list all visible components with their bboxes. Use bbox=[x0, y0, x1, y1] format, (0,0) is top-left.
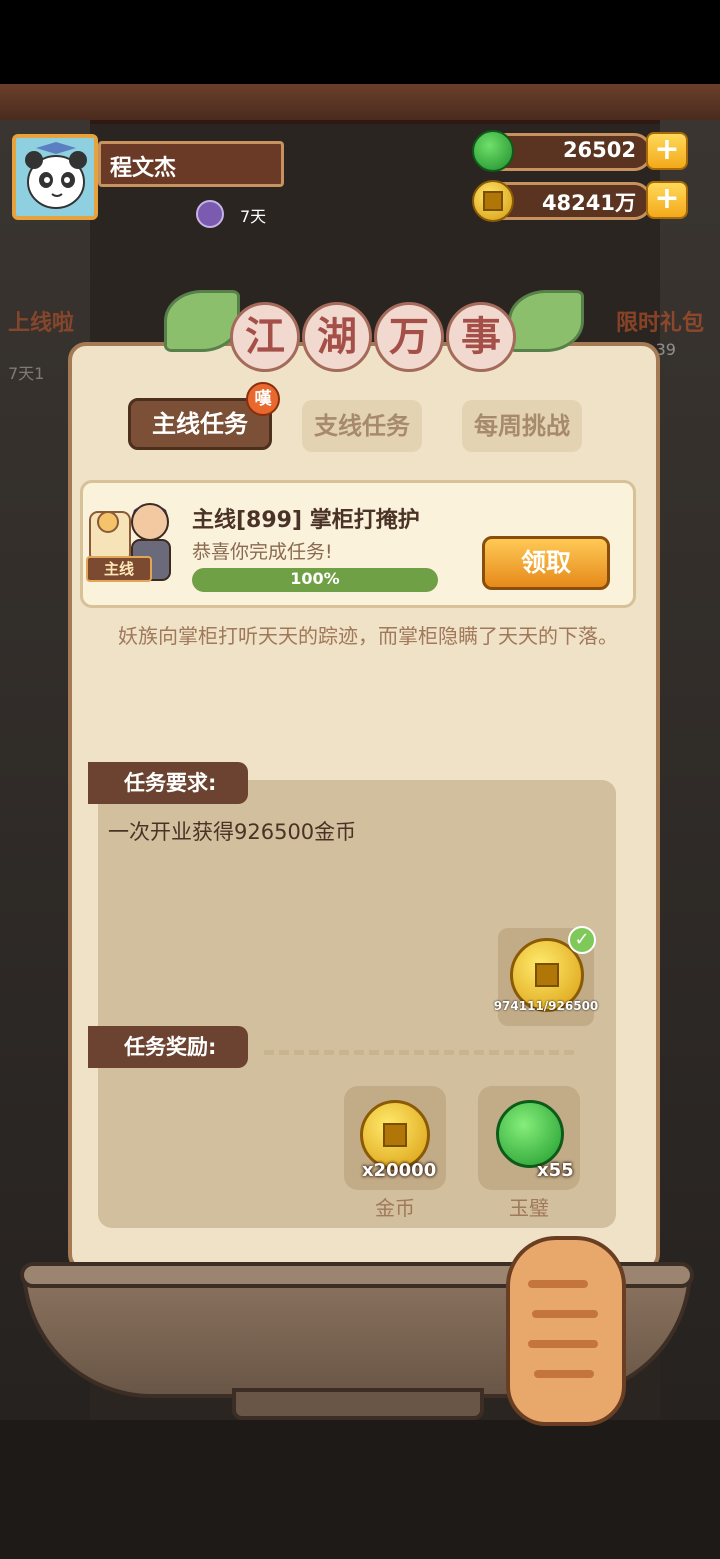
jade-icon bbox=[496, 1100, 564, 1168]
bowl-base bbox=[232, 1388, 484, 1420]
vip-icon bbox=[196, 200, 224, 228]
leaf-decoration-icon bbox=[164, 290, 240, 352]
jade-icon bbox=[472, 130, 514, 172]
cat-stripe bbox=[532, 1310, 598, 1318]
reward-quantity: x55 bbox=[537, 1160, 574, 1181]
tab-weekly-challenge[interactable]: 每周挑战 bbox=[462, 400, 582, 452]
dialog-title-char: 江 bbox=[230, 302, 300, 372]
requirement-progress: 974111/926500 bbox=[493, 999, 599, 1013]
cat-stripe bbox=[528, 1340, 598, 1348]
scene-floor bbox=[0, 1420, 720, 1559]
login-days: 7天 bbox=[240, 207, 267, 226]
gold-amount: 48241万 bbox=[541, 191, 636, 215]
reward-name: 玉璧 bbox=[509, 1196, 549, 1220]
left-event-label: 上线啦 bbox=[8, 311, 75, 336]
cat-stripe bbox=[528, 1280, 588, 1288]
quest-progress-text: 100% bbox=[290, 569, 340, 588]
tab-side-quest[interactable]: 支线任务 bbox=[302, 400, 422, 452]
coin-hole-icon bbox=[483, 191, 503, 211]
right-event-label: 限时礼包 bbox=[616, 311, 705, 336]
claim-button[interactable]: 领取 bbox=[482, 536, 610, 590]
leaf-decoration-icon bbox=[508, 290, 584, 352]
coin-hole-icon bbox=[535, 963, 559, 987]
check-icon: ✓ bbox=[568, 926, 596, 954]
coin-hole-icon bbox=[383, 1123, 407, 1147]
dialog-title-char: 事 bbox=[446, 302, 516, 372]
dialog-title-char: 湖 bbox=[302, 302, 372, 372]
left-event-timer: 7天1 bbox=[8, 364, 45, 383]
wooden-beam bbox=[0, 84, 720, 124]
player-name: 程文杰 bbox=[110, 156, 177, 181]
status-bar bbox=[0, 0, 720, 84]
quest-type-tag: 主线 bbox=[86, 556, 152, 582]
reward-name: 金币 bbox=[375, 1196, 415, 1220]
quest-description: 妖族向掌柜打听天天的踪迹，而掌柜隐瞒了天天的下落。 bbox=[118, 624, 618, 648]
quest-title: 主线[899] 掌柜打掩护 bbox=[192, 508, 420, 533]
quest-status: 恭喜你完成任务! bbox=[192, 541, 333, 563]
jade-amount: 26502 bbox=[562, 138, 636, 162]
cat-icon bbox=[506, 1236, 626, 1426]
reward-quantity: x20000 bbox=[362, 1160, 437, 1181]
requirement-text: 一次开业获得926500金币 bbox=[108, 820, 357, 844]
avatar[interactable] bbox=[12, 134, 98, 220]
add-gold-button[interactable]: + bbox=[646, 181, 688, 219]
add-jade-button[interactable]: + bbox=[646, 132, 688, 170]
requirements-label: 任务要求: bbox=[88, 762, 248, 804]
cat-stripe bbox=[534, 1370, 594, 1378]
rewards-label: 任务奖励: bbox=[88, 1026, 248, 1068]
dialog-title-char: 万 bbox=[374, 302, 444, 372]
panda-avatar-icon bbox=[16, 138, 94, 216]
divider bbox=[264, 1050, 574, 1055]
gold-coin-icon bbox=[472, 180, 514, 222]
tab-badge: 嘆 bbox=[246, 382, 280, 416]
